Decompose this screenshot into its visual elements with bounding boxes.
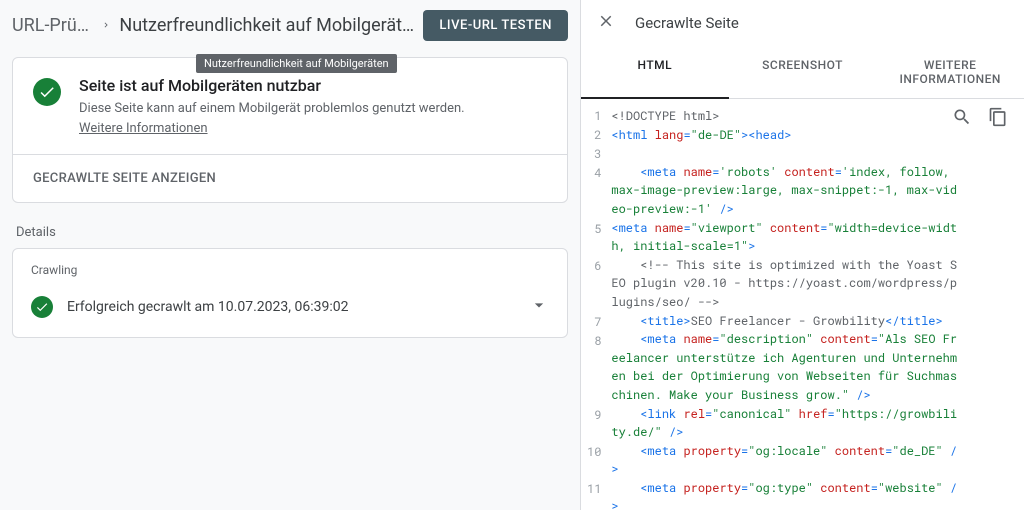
tab-html[interactable]: HTML <box>581 46 729 99</box>
tab-screenshot[interactable]: SCREENSHOT <box>729 46 877 98</box>
source-code: 1234567891011121314 <!DOCTYPE html><html… <box>581 103 1024 510</box>
copy-icon[interactable] <box>988 107 1008 131</box>
search-icon[interactable] <box>952 107 972 131</box>
checkmark-icon <box>31 296 53 318</box>
crawling-label: Crawling <box>13 249 567 281</box>
details-heading: Details <box>0 203 580 248</box>
tooltip: Nutzerfreundlichkeit auf Mobilgeräten <box>196 54 397 73</box>
breadcrumb-root[interactable]: URL-Prüf… <box>12 15 93 36</box>
crawling-card: Crawling Erfolgreich gecrawlt am 10.07.2… <box>12 248 568 338</box>
status-card: Seite ist auf Mobilgeräten nutzbar Diese… <box>12 57 568 203</box>
more-info-link[interactable]: Weitere Informationen <box>79 121 208 136</box>
breadcrumb-current: Nutzerfreundlichkeit auf Mobilgeräten <box>119 15 415 36</box>
status-subtitle: Diese Seite kann auf einem Mobilgerät pr… <box>79 101 465 116</box>
close-icon[interactable] <box>597 12 615 34</box>
crawling-text: Erfolgreich gecrawlt am 10.07.2023, 06:3… <box>67 299 515 315</box>
status-title: Seite ist auf Mobilgeräten nutzbar <box>79 76 465 95</box>
tab-more-info[interactable]: WEITERE INFORMATIONEN <box>876 46 1024 98</box>
view-crawled-page-button[interactable]: GECRAWLTE SEITE ANZEIGEN <box>13 154 567 202</box>
crawling-row[interactable]: Erfolgreich gecrawlt am 10.07.2023, 06:3… <box>13 281 567 337</box>
checkmark-icon <box>33 78 61 106</box>
chevron-down-icon[interactable] <box>529 295 549 319</box>
tabs: HTML SCREENSHOT WEITERE INFORMATIONEN <box>581 46 1024 99</box>
live-url-test-button[interactable]: LIVE-URL TESTEN <box>423 10 568 41</box>
breadcrumb: URL-Prüf… Nutzerfreundlichkeit auf Mobil… <box>12 15 415 36</box>
panel-title: Gecrawlte Seite <box>635 14 739 32</box>
chevron-right-icon <box>101 18 111 34</box>
